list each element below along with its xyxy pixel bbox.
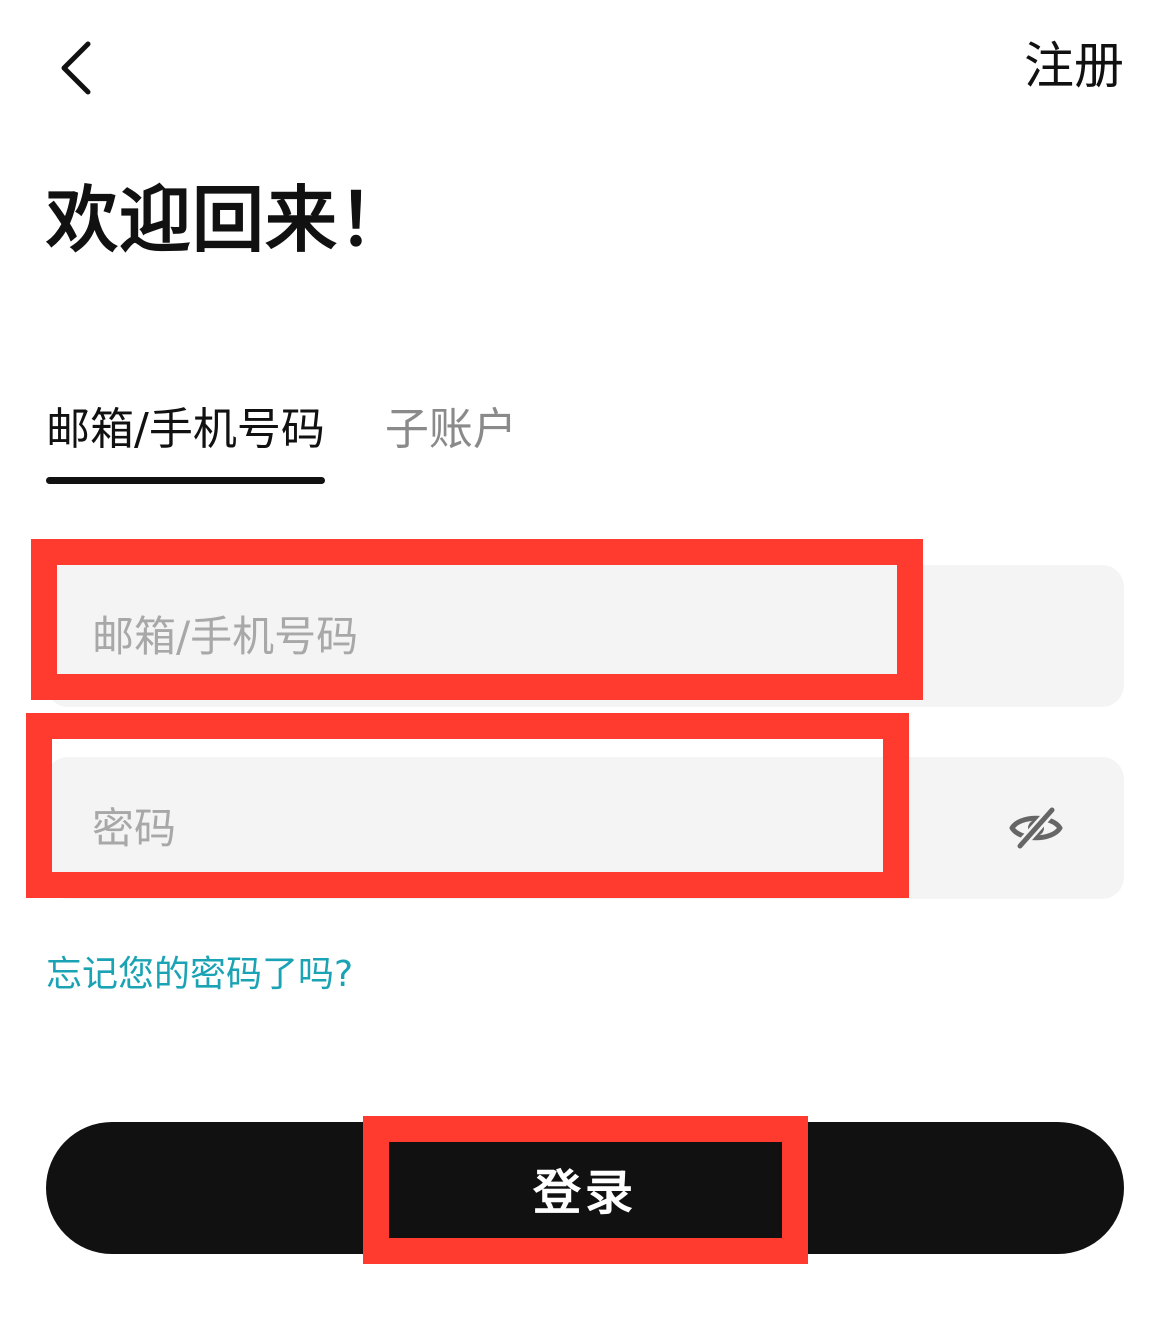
page-title: 欢迎回来！ <box>46 178 412 262</box>
register-link[interactable]: 注册 <box>1024 36 1124 96</box>
login-tabs: 邮箱/手机号码 子账户 <box>46 398 517 484</box>
password-field-container <box>46 757 1124 899</box>
email-phone-input[interactable] <box>92 565 912 707</box>
password-visibility-toggle[interactable] <box>1006 798 1066 858</box>
forgot-password-link[interactable]: 忘记您的密码了吗? <box>46 948 353 1002</box>
back-button[interactable] <box>40 28 112 108</box>
eye-off-icon <box>1009 806 1063 850</box>
email-phone-field-container <box>46 565 1124 707</box>
tab-email-phone[interactable]: 邮箱/手机号码 <box>46 398 325 484</box>
tab-sub-account[interactable]: 子账户 <box>385 398 517 462</box>
login-button[interactable]: 登录 <box>46 1122 1124 1254</box>
password-input[interactable] <box>92 757 912 899</box>
chevron-left-icon <box>61 41 91 95</box>
